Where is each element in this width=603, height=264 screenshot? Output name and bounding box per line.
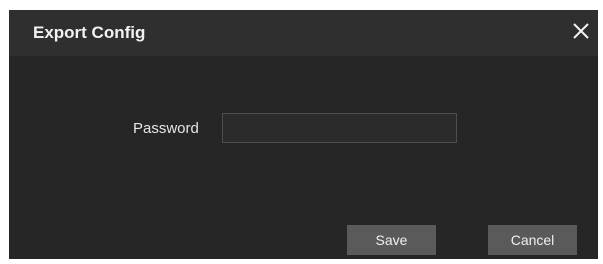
password-label: Password: [133, 120, 199, 137]
cancel-button[interactable]: Cancel: [488, 225, 577, 255]
dialog-title: Export Config: [33, 23, 146, 42]
dialog-titlebar: Export Config: [9, 10, 598, 56]
export-config-dialog: Export Config Password Save Cancel: [9, 10, 598, 259]
password-input[interactable]: [222, 113, 457, 143]
close-icon[interactable]: [568, 18, 594, 44]
save-button[interactable]: Save: [347, 225, 436, 255]
